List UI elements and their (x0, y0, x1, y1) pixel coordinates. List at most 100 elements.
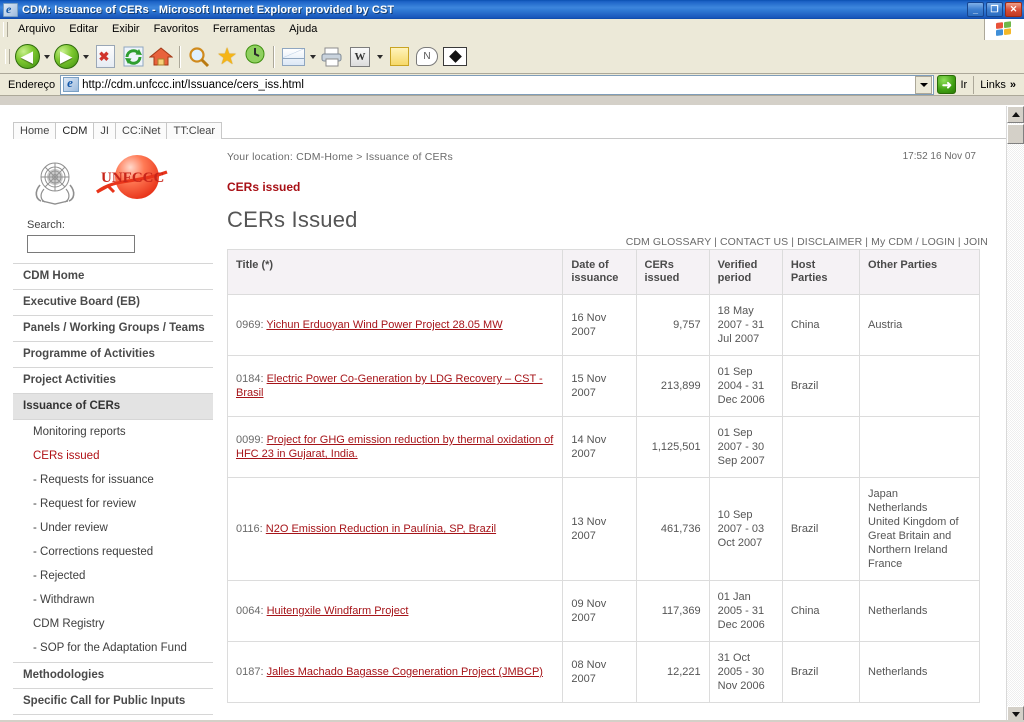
cell-title: 0184: Electric Power Co-Generation by LD… (226, 355, 564, 417)
home-button[interactable] (147, 43, 175, 71)
search-icon (188, 46, 210, 68)
column-header-date-of-issuance[interactable]: Date of issuance (562, 249, 637, 295)
sidebar-item-rejected[interactable]: - Rejected (13, 564, 213, 588)
scrollbar-thumb[interactable] (1007, 124, 1024, 144)
united-nations-logo-icon (27, 154, 83, 206)
sidebar-item-request-for-review[interactable]: - Request for review (13, 492, 213, 516)
address-input[interactable]: http://cdm.unfccc.int/Issuance/cers_iss.… (60, 74, 935, 95)
browser-toolbar: ◀ ▶ ✖ ★ W N (0, 40, 1024, 74)
sidebar-item-methodologies[interactable]: Methodologies (13, 663, 213, 689)
back-button[interactable]: ◀ (13, 43, 41, 71)
cell-date: 09 Nov 2007 (562, 580, 637, 642)
table-header-row: Title (*) Date of issuance CERs issued V… (226, 249, 980, 295)
sidebar-item-issuance-of-cers[interactable]: Issuance of CERs (13, 394, 213, 420)
cell-verified-period: 01 Sep 2004 - 31 Dec 2006 (708, 355, 783, 417)
project-title-link[interactable]: Yichun Erduoyan Wind Power Project 28.05… (266, 319, 502, 331)
search-input[interactable] (27, 235, 135, 253)
search-button[interactable] (185, 43, 213, 71)
minimize-button[interactable]: _ (967, 2, 984, 17)
toolbar-grip-handle[interactable] (4, 49, 10, 64)
sidebar-item-under-review[interactable]: - Under review (13, 516, 213, 540)
project-title-link[interactable]: Jalles Machado Bagasse Cogeneration Proj… (267, 666, 543, 678)
column-header-other-parties[interactable]: Other Parties (859, 249, 980, 295)
word-icon: W (350, 46, 370, 67)
cell-date: 14 Nov 2007 (562, 416, 637, 478)
edit-in-word-button[interactable]: W (346, 43, 374, 71)
sidebar-item-cers-issued[interactable]: CERs issued (13, 444, 213, 468)
column-header-host-parties[interactable]: Host Parties (781, 249, 861, 295)
forward-button[interactable]: ▶ (52, 43, 80, 71)
cell-title: 0116: N2O Emission Reduction in Paulínia… (226, 477, 564, 581)
site-tab-home[interactable]: Home (13, 122, 57, 139)
project-title-link[interactable]: Electric Power Co-Generation by LDG Reco… (236, 373, 543, 399)
sidebar-item-cdm-registry[interactable]: CDM Registry (13, 612, 213, 636)
favorites-button[interactable]: ★ (213, 43, 241, 71)
sidebar-item-panels-working-groups[interactable]: Panels / Working Groups / Teams (13, 316, 213, 342)
sidebar-item-requests-for-issuance[interactable]: - Requests for issuance (13, 468, 213, 492)
close-button[interactable]: ✕ (1005, 2, 1022, 17)
links-button[interactable]: Links » (973, 75, 1022, 94)
home-icon (148, 46, 174, 67)
sidebar-item-corrections-requested[interactable]: - Corrections requested (13, 540, 213, 564)
notes-button[interactable] (385, 43, 413, 71)
menu-item-ferramentas[interactable]: Ferramentas (206, 21, 282, 38)
vertical-scrollbar[interactable] (1007, 106, 1024, 722)
menu-item-editar[interactable]: Editar (62, 21, 105, 38)
edit-dropdown-icon[interactable] (374, 43, 385, 71)
cell-date: 08 Nov 2007 (562, 641, 637, 703)
refresh-button[interactable] (119, 43, 147, 71)
stop-icon (95, 45, 115, 68)
project-title-link[interactable]: Project for GHG emission reduction by th… (236, 434, 553, 460)
breadcrumb: Your location: CDM-Home > Issuance of CE… (227, 151, 453, 163)
site-search: Search: (13, 211, 213, 263)
scrollbar-track[interactable] (1007, 123, 1024, 706)
cell-verified-period: 01 Sep 2007 - 30 Sep 2007 (708, 416, 783, 478)
sidebar-item-project-activities[interactable]: Project Activities (13, 368, 213, 394)
cell-verified-period: 10 Sep 2007 - 03 Oct 2007 (708, 477, 783, 581)
site-tab-ccinet[interactable]: CC:iNet (114, 122, 168, 139)
project-ref: 0116: (236, 523, 263, 535)
cell-date: 13 Nov 2007 (562, 477, 637, 581)
site-tab-ttclear[interactable]: TT:Clear (166, 122, 223, 139)
sidebar-item-sop-adaptation-fund[interactable]: - SOP for the Adaptation Fund (13, 636, 213, 663)
sidebar-item-withdrawn[interactable]: - Withdrawn (13, 588, 213, 612)
history-button[interactable] (241, 43, 269, 71)
project-title-link[interactable]: N2O Emission Reduction in Paulínia, SP, … (266, 523, 496, 535)
project-ref: 0187: (236, 666, 264, 678)
messenger-button[interactable] (441, 43, 469, 71)
stop-button[interactable] (91, 43, 119, 71)
column-header-title[interactable]: Title (*) (226, 249, 564, 295)
mail-dropdown-icon[interactable] (307, 43, 318, 71)
mail-button[interactable] (279, 43, 307, 71)
sidebar-item-specific-call-public-inputs[interactable]: Specific Call for Public Inputs (13, 689, 213, 715)
sidebar-item-cdm-home[interactable]: CDM Home (13, 264, 213, 290)
menu-item-ajuda[interactable]: Ajuda (282, 21, 324, 38)
maximize-button[interactable]: ❐ (986, 2, 1003, 17)
column-header-cers-issued[interactable]: CERs issued (635, 249, 710, 295)
menu-item-favoritos[interactable]: Favoritos (147, 21, 206, 38)
onenote-icon: N (416, 47, 438, 66)
site-tab-ji[interactable]: JI (93, 122, 116, 139)
project-title-link[interactable]: Huitengxile Windfarm Project (267, 605, 409, 617)
scroll-up-button[interactable] (1007, 106, 1024, 123)
cell-title: 0099: Project for GHG emission reduction… (226, 416, 564, 478)
menu-item-arquivo[interactable]: Arquivo (11, 21, 62, 38)
print-button[interactable] (318, 43, 346, 71)
go-button[interactable]: ➜ Ir (934, 75, 973, 95)
menu-grip-handle[interactable] (2, 22, 8, 37)
sidebar-item-programme-of-activities[interactable]: Programme of Activities (13, 342, 213, 368)
site-tab-cdm[interactable]: CDM (55, 122, 95, 140)
address-url-text: http://cdm.unfccc.int/Issuance/cers_iss.… (82, 78, 304, 91)
column-header-verified-period[interactable]: Verified period (708, 249, 783, 295)
forward-dropdown-icon[interactable] (80, 43, 91, 71)
sidebar-item-monitoring-reports[interactable]: Monitoring reports (13, 420, 213, 444)
address-dropdown-button[interactable] (915, 75, 933, 94)
cell-cers: 117,369 (635, 580, 710, 642)
sidebar-item-executive-board[interactable]: Executive Board (EB) (13, 290, 213, 316)
back-dropdown-icon[interactable] (41, 43, 52, 71)
cell-other-parties: Netherlands (859, 580, 980, 642)
menu-item-exibir[interactable]: Exibir (105, 21, 147, 38)
table-body: 0969: Yichun Erduoyan Wind Power Project… (226, 294, 980, 703)
page-viewport: Home CDM JI CC:iNet TT:Clear CDM GLOSSAR… (0, 105, 1024, 722)
onenote-button[interactable]: N (413, 43, 441, 71)
